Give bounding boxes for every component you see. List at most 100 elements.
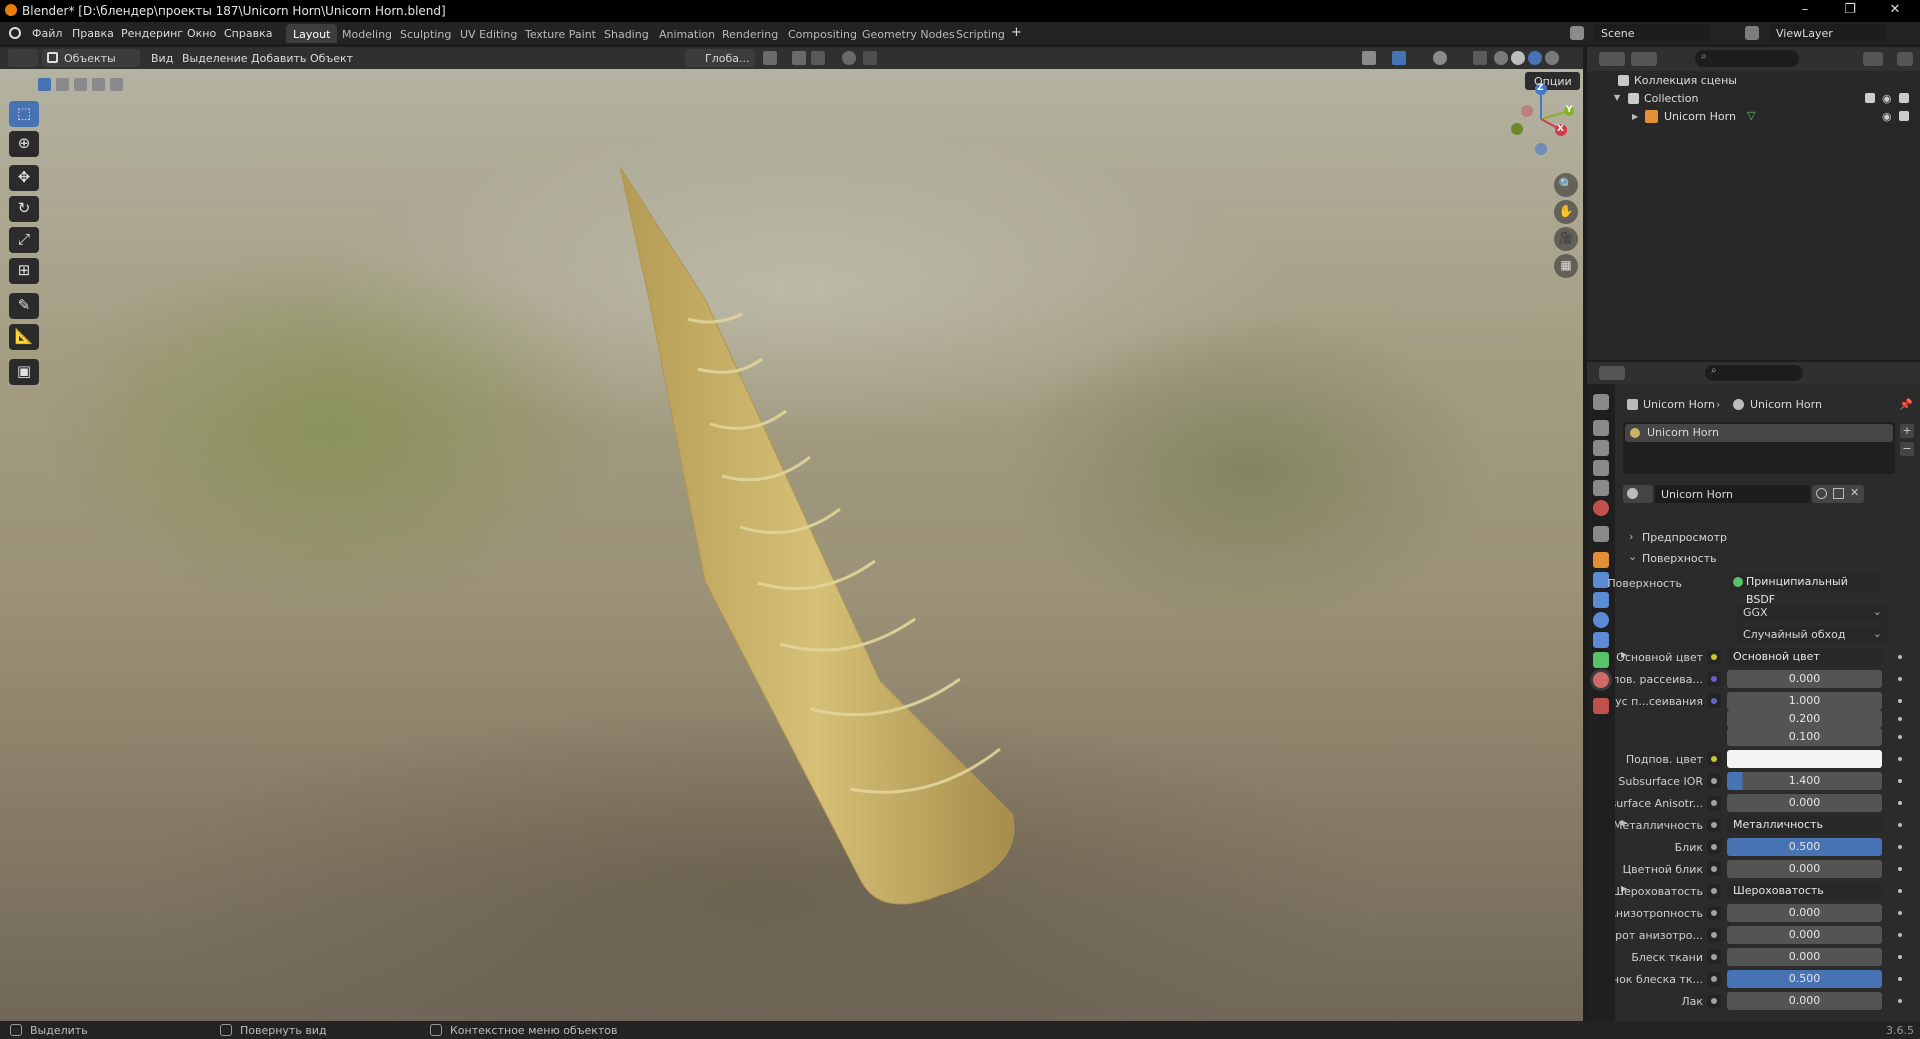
keyframe-dot-icon[interactable] <box>1898 999 1902 1003</box>
zoom-icon[interactable]: 🔍 <box>1554 173 1578 197</box>
keyframe-dot-icon[interactable] <box>1898 699 1902 703</box>
editor-type-button[interactable] <box>8 49 38 67</box>
outliner-search-input[interactable]: ⌕ <box>1695 50 1799 67</box>
material-name-field[interactable]: Unicorn Horn <box>1655 485 1810 503</box>
socket-link-button[interactable] <box>1707 950 1721 964</box>
blender-menu-icon[interactable] <box>9 27 21 39</box>
menu-view[interactable]: Вид <box>151 52 173 65</box>
number-field[interactable]: 0.000 <box>1727 926 1882 944</box>
outliner-row-scene-collection[interactable]: Коллекция сцены <box>1587 72 1920 90</box>
world-tab-icon[interactable] <box>1593 500 1609 516</box>
keyframe-dot-icon[interactable] <box>1898 977 1902 981</box>
eye-icon[interactable]: ◉ <box>1882 92 1892 105</box>
number-field[interactable]: 1.000 <box>1727 692 1882 710</box>
properties-editor-type-icon[interactable] <box>1599 366 1625 380</box>
material-slot-row[interactable]: Unicorn Horn <box>1625 424 1893 442</box>
tool-tab-icon[interactable] <box>1593 394 1609 410</box>
pivot-point-icon[interactable] <box>763 51 777 65</box>
visibility-icon[interactable] <box>1362 51 1376 65</box>
outliner-row-unicorn-horn[interactable]: ▶ Unicorn Horn ▽ ◉ <box>1587 108 1920 126</box>
material-tab-icon[interactable] <box>1593 672 1609 688</box>
tab-compositing[interactable]: Compositing <box>781 24 864 43</box>
gizmo-toggle-icon[interactable] <box>1392 51 1406 65</box>
unicorn-horn-mesh[interactable] <box>0 69 1583 1021</box>
linked-input-field[interactable]: Металличность <box>1727 816 1882 834</box>
keyframe-dot-icon[interactable] <box>1898 757 1902 761</box>
section-preview[interactable]: › Предпросмотр <box>1619 528 1917 546</box>
snap-target-icon[interactable] <box>811 51 825 65</box>
tab-sculpting[interactable]: Sculpting <box>393 24 458 43</box>
number-field[interactable]: 0.100 <box>1727 728 1882 746</box>
keyframe-dot-icon[interactable] <box>1898 655 1902 659</box>
socket-link-button[interactable] <box>1707 884 1721 898</box>
material-slots-list[interactable]: Unicorn Horn <box>1623 422 1895 474</box>
socket-link-button[interactable] <box>1707 972 1721 986</box>
number-field[interactable]: 1.400 <box>1727 772 1882 790</box>
new-collection-icon[interactable] <box>1897 52 1913 66</box>
3d-viewport[interactable]: Опции ⬚ ⊕ ✥ ↻ ⤢ ⊞ ✎ 📐 ▣ Z Y X 🔍 ✋ 🎥 ▦ <box>0 69 1583 1021</box>
menu-render[interactable]: Рендеринг <box>121 27 183 40</box>
render-camera-icon[interactable] <box>1899 93 1909 103</box>
pan-hand-icon[interactable]: ✋ <box>1554 200 1578 224</box>
solid-shading-icon[interactable] <box>1511 51 1525 65</box>
material-actions[interactable]: ✕ <box>1812 485 1864 503</box>
scene-tab-icon[interactable] <box>1593 480 1609 496</box>
menu-add[interactable]: Добавить <box>251 52 306 65</box>
physics-tab-icon[interactable] <box>1593 612 1609 628</box>
remove-slot-button[interactable]: − <box>1900 442 1914 456</box>
socket-link-button[interactable] <box>1707 774 1721 788</box>
browse-material-button[interactable] <box>1623 485 1653 503</box>
socket-link-button[interactable] <box>1707 694 1721 708</box>
socket-link-button[interactable] <box>1707 928 1721 942</box>
unlink-icon[interactable]: ✕ <box>1850 486 1859 499</box>
socket-link-button[interactable] <box>1707 650 1721 664</box>
keyframe-dot-icon[interactable] <box>1898 779 1902 783</box>
keyframe-dot-icon[interactable] <box>1898 889 1902 893</box>
number-field[interactable]: 0.000 <box>1727 794 1882 812</box>
number-field[interactable]: 0.000 <box>1727 904 1882 922</box>
xray-icon[interactable] <box>1473 51 1487 65</box>
number-field[interactable]: 0.200 <box>1727 710 1882 728</box>
mesh-data-icon[interactable]: ▽ <box>1747 109 1755 122</box>
tab-geometry-nodes[interactable]: Geometry Nodes <box>855 24 962 43</box>
constraints-tab-icon[interactable] <box>1593 632 1609 648</box>
scene-selector[interactable]: Scene <box>1595 24 1710 42</box>
keyframe-dot-icon[interactable] <box>1898 801 1902 805</box>
render-camera-icon[interactable] <box>1899 111 1909 121</box>
socket-link-button[interactable] <box>1707 994 1721 1008</box>
socket-link-button[interactable] <box>1707 862 1721 876</box>
mode-selector[interactable]: Объекты <box>42 49 140 67</box>
menu-file[interactable]: Файл <box>32 27 62 40</box>
duplicate-icon[interactable] <box>1833 488 1844 499</box>
socket-link-button[interactable] <box>1707 752 1721 766</box>
linked-input-field[interactable]: Шероховатость <box>1727 882 1882 900</box>
keyframe-dot-icon[interactable] <box>1898 677 1902 681</box>
color-swatch[interactable] <box>1727 750 1882 768</box>
view-layer-selector[interactable]: ViewLayer <box>1770 24 1885 42</box>
keyframe-dot-icon[interactable] <box>1898 933 1902 937</box>
keyframe-dot-icon[interactable] <box>1898 735 1902 739</box>
linked-input-field[interactable]: Основной цвет <box>1727 648 1882 666</box>
menu-edit[interactable]: Правка <box>72 27 114 40</box>
tab-uv-editing[interactable]: UV Editing <box>453 24 524 43</box>
ortho-grid-icon[interactable]: ▦ <box>1554 254 1578 278</box>
particles-tab-icon[interactable] <box>1593 592 1609 608</box>
eye-icon[interactable]: ◉ <box>1882 110 1892 123</box>
menu-window[interactable]: Окно <box>187 27 216 40</box>
expand-arrow-icon[interactable]: ▼ <box>1614 93 1620 102</box>
display-mode-icon[interactable] <box>1631 52 1657 66</box>
pin-icon[interactable]: 📌 <box>1899 398 1913 411</box>
keyframe-dot-icon[interactable] <box>1898 867 1902 871</box>
data-tab-icon[interactable] <box>1593 652 1609 668</box>
keyframe-dot-icon[interactable] <box>1898 823 1902 827</box>
material-preview-icon[interactable] <box>1528 51 1542 65</box>
tab-shading[interactable]: Shading <box>597 24 656 43</box>
number-field[interactable]: 0.000 <box>1727 860 1882 878</box>
socket-link-button[interactable] <box>1707 672 1721 686</box>
tab-animation[interactable]: Animation <box>652 24 722 43</box>
tab-modeling[interactable]: Modeling <box>335 24 399 43</box>
menu-object[interactable]: Объект <box>310 52 353 65</box>
exclude-checkbox[interactable] <box>1865 93 1875 103</box>
distribution-dropdown[interactable]: GGX ⌄ <box>1737 604 1887 622</box>
minimize-button[interactable]: – <box>1785 0 1825 22</box>
